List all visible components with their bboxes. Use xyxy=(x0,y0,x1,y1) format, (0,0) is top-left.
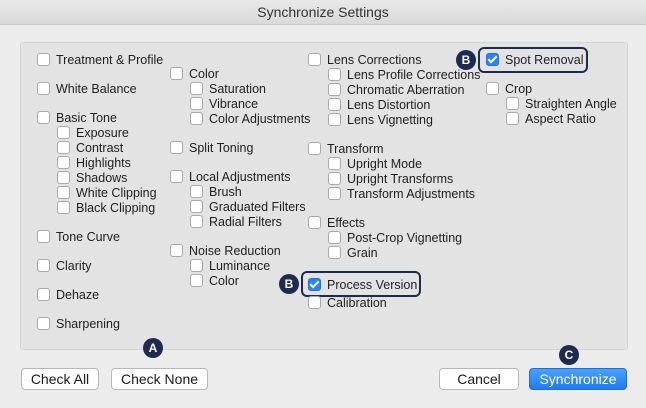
checkbox-icon[interactable] xyxy=(328,83,341,96)
option-brush[interactable]: Brush xyxy=(190,184,242,199)
checkbox-icon[interactable] xyxy=(57,156,70,169)
checkbox-icon[interactable] xyxy=(57,126,70,139)
option-white-balance[interactable]: White Balance xyxy=(37,81,137,96)
checkbox-icon[interactable] xyxy=(57,201,70,214)
checkbox-icon[interactable] xyxy=(328,113,341,126)
option-graduated-filters[interactable]: Graduated Filters xyxy=(190,199,306,214)
check-none-button[interactable]: Check None xyxy=(111,368,208,390)
option-color[interactable]: Color xyxy=(170,66,219,81)
checkbox-icon[interactable] xyxy=(37,82,50,95)
option-calibration[interactable]: Calibration xyxy=(308,295,387,310)
option-upright-mode[interactable]: Upright Mode xyxy=(328,156,422,171)
checkbox-icon[interactable] xyxy=(170,141,183,154)
checkbox-icon[interactable] xyxy=(57,141,70,154)
checkbox-icon[interactable] xyxy=(328,187,341,200)
checkbox-icon[interactable] xyxy=(37,259,50,272)
option-grain[interactable]: Grain xyxy=(328,245,378,260)
checkbox-icon[interactable] xyxy=(328,98,341,111)
callout-badge-c: C xyxy=(559,345,579,365)
option-sharpening[interactable]: Sharpening xyxy=(37,316,120,331)
option-basic-tone[interactable]: Basic Tone xyxy=(37,110,117,125)
checkbox-checked-icon[interactable] xyxy=(486,53,499,66)
checkbox-icon[interactable] xyxy=(37,288,50,301)
window-title: Synchronize Settings xyxy=(0,0,646,25)
checkbox-icon[interactable] xyxy=(170,67,183,80)
option-vibrance[interactable]: Vibrance xyxy=(190,96,258,111)
callout-badge-b-top: B xyxy=(456,50,476,70)
option-luminance[interactable]: Luminance xyxy=(190,258,270,273)
option-white-clipping[interactable]: White Clipping xyxy=(57,185,157,200)
checkbox-icon[interactable] xyxy=(57,171,70,184)
checkbox-icon[interactable] xyxy=(170,170,183,183)
checkbox-icon[interactable] xyxy=(506,112,519,125)
option-contrast[interactable]: Contrast xyxy=(57,140,123,155)
checkbox-icon[interactable] xyxy=(37,230,50,243)
check-all-button[interactable]: Check All xyxy=(21,368,99,390)
option-shadows[interactable]: Shadows xyxy=(57,170,127,185)
option-nr-color[interactable]: Color xyxy=(190,273,239,288)
checkbox-icon[interactable] xyxy=(328,231,341,244)
checkbox-icon[interactable] xyxy=(486,82,499,95)
option-local-adjustments[interactable]: Local Adjustments xyxy=(170,169,290,184)
option-lens-distortion[interactable]: Lens Distortion xyxy=(328,97,430,112)
option-transform-adjustments[interactable]: Transform Adjustments xyxy=(328,186,475,201)
option-split-toning[interactable]: Split Toning xyxy=(170,140,253,155)
option-exposure[interactable]: Exposure xyxy=(57,125,129,140)
option-post-crop-vignetting[interactable]: Post-Crop Vignetting xyxy=(328,230,462,245)
checkbox-icon[interactable] xyxy=(190,185,203,198)
checkbox-icon[interactable] xyxy=(37,53,50,66)
checkbox-icon[interactable] xyxy=(37,111,50,124)
option-upright-transforms[interactable]: Upright Transforms xyxy=(328,171,453,186)
synchronize-button[interactable]: Synchronize xyxy=(529,368,627,390)
option-lens-profile-corrections[interactable]: Lens Profile Corrections xyxy=(328,67,480,82)
option-tone-curve[interactable]: Tone Curve xyxy=(37,229,120,244)
checkbox-icon[interactable] xyxy=(328,246,341,259)
checkbox-icon[interactable] xyxy=(190,215,203,228)
checkbox-checked-icon[interactable] xyxy=(308,278,321,291)
option-saturation[interactable]: Saturation xyxy=(190,81,266,96)
option-clarity[interactable]: Clarity xyxy=(37,258,91,273)
option-treatment-profile[interactable]: Treatment & Profile xyxy=(37,52,163,67)
checkbox-icon[interactable] xyxy=(190,112,203,125)
checkbox-icon[interactable] xyxy=(190,259,203,272)
option-color-adjustments[interactable]: Color Adjustments xyxy=(190,111,310,126)
checkbox-icon[interactable] xyxy=(190,200,203,213)
checkbox-icon[interactable] xyxy=(328,172,341,185)
checkbox-icon[interactable] xyxy=(308,296,321,309)
option-radial-filters[interactable]: Radial Filters xyxy=(190,214,282,229)
option-process-version[interactable]: Process Version xyxy=(308,277,417,292)
option-effects[interactable]: Effects xyxy=(308,215,365,230)
option-transform[interactable]: Transform xyxy=(308,141,384,156)
checkbox-icon[interactable] xyxy=(170,244,183,257)
checkbox-icon[interactable] xyxy=(328,68,341,81)
callout-badge-b-bottom: B xyxy=(279,274,299,294)
checkbox-icon[interactable] xyxy=(190,274,203,287)
checkbox-icon[interactable] xyxy=(328,157,341,170)
option-lens-corrections[interactable]: Lens Corrections xyxy=(308,52,422,67)
option-aspect-ratio[interactable]: Aspect Ratio xyxy=(506,111,596,126)
option-lens-vignetting[interactable]: Lens Vignetting xyxy=(328,112,433,127)
checkbox-icon[interactable] xyxy=(190,97,203,110)
checkbox-icon[interactable] xyxy=(37,317,50,330)
callout-badge-a: A xyxy=(143,338,163,358)
option-straighten-angle[interactable]: Straighten Angle xyxy=(506,96,617,111)
option-highlights[interactable]: Highlights xyxy=(57,155,131,170)
sync-settings-dialog: Synchronize Settings Treatment & Profile… xyxy=(0,0,646,408)
option-black-clipping[interactable]: Black Clipping xyxy=(57,200,155,215)
option-noise-reduction[interactable]: Noise Reduction xyxy=(170,243,281,258)
option-spot-removal[interactable]: Spot Removal xyxy=(486,52,584,67)
cancel-button[interactable]: Cancel xyxy=(439,368,519,390)
checkbox-icon[interactable] xyxy=(57,186,70,199)
option-chromatic-aberration[interactable]: Chromatic Aberration xyxy=(328,82,464,97)
option-crop[interactable]: Crop xyxy=(486,81,532,96)
checkbox-icon[interactable] xyxy=(506,97,519,110)
checkbox-icon[interactable] xyxy=(190,82,203,95)
checkbox-icon[interactable] xyxy=(308,53,321,66)
option-dehaze[interactable]: Dehaze xyxy=(37,287,99,302)
checkbox-icon[interactable] xyxy=(308,216,321,229)
checkbox-icon[interactable] xyxy=(308,142,321,155)
